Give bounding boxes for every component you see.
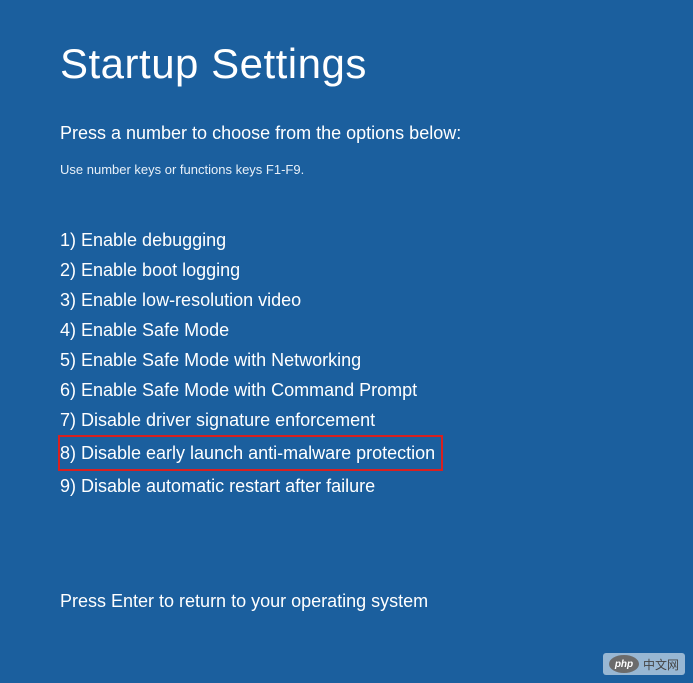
option-text: 7) Disable driver signature enforcement <box>60 410 375 430</box>
option-1[interactable]: 1) Enable debugging <box>60 225 633 255</box>
php-logo-icon: php <box>609 655 639 673</box>
footer-instruction: Press Enter to return to your operating … <box>60 591 633 612</box>
watermark-text: 中文网 <box>643 656 679 673</box>
option-text: 4) Enable Safe Mode <box>60 320 229 340</box>
option-text: 1) Enable debugging <box>60 230 226 250</box>
option-3[interactable]: 3) Enable low-resolution video <box>60 285 633 315</box>
option-text: 2) Enable boot logging <box>60 260 240 280</box>
watermark: php 中文网 <box>603 653 685 675</box>
page-title: Startup Settings <box>60 40 633 88</box>
option-text-highlighted: 8) Disable early launch anti-malware pro… <box>58 435 443 471</box>
option-9[interactable]: 9) Disable automatic restart after failu… <box>60 471 633 501</box>
option-7[interactable]: 7) Disable driver signature enforcement <box>60 405 633 435</box>
option-text: 3) Enable low-resolution video <box>60 290 301 310</box>
key-hint: Use number keys or functions keys F1-F9. <box>60 162 633 177</box>
option-text: 6) Enable Safe Mode with Command Prompt <box>60 380 417 400</box>
option-8[interactable]: 8) Disable early launch anti-malware pro… <box>60 435 633 471</box>
option-text: 9) Disable automatic restart after failu… <box>60 476 375 496</box>
option-2[interactable]: 2) Enable boot logging <box>60 255 633 285</box>
option-text: 5) Enable Safe Mode with Networking <box>60 350 361 370</box>
option-6[interactable]: 6) Enable Safe Mode with Command Prompt <box>60 375 633 405</box>
instruction-subtitle: Press a number to choose from the option… <box>60 123 633 144</box>
option-4[interactable]: 4) Enable Safe Mode <box>60 315 633 345</box>
option-5[interactable]: 5) Enable Safe Mode with Networking <box>60 345 633 375</box>
startup-options-list: 1) Enable debugging 2) Enable boot loggi… <box>60 225 633 501</box>
